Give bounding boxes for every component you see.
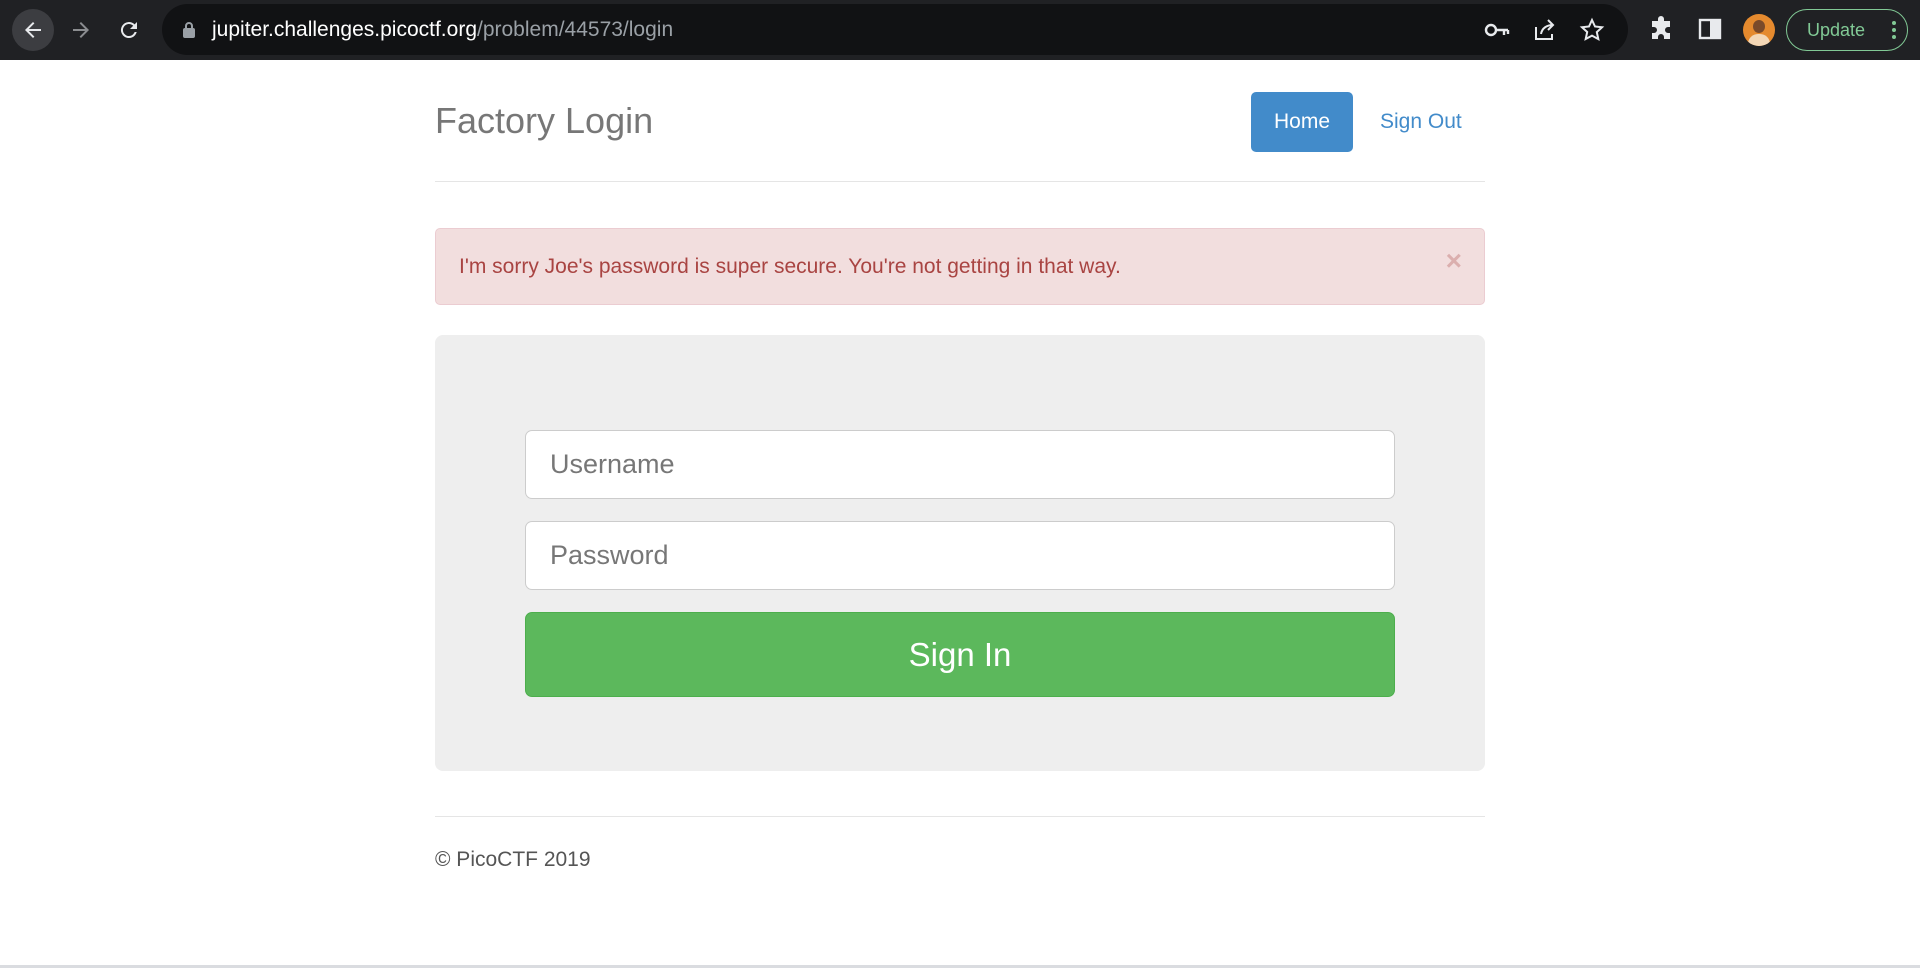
reload-icon <box>120 22 137 39</box>
avatar-body <box>1748 34 1770 46</box>
login-panel: Sign In <box>435 335 1485 771</box>
alert-message: I'm sorry Joe's password is super secure… <box>459 254 1121 278</box>
key-icon[interactable] <box>1484 17 1510 43</box>
password-input[interactable] <box>525 521 1395 590</box>
home-button[interactable]: Home <box>1251 92 1353 152</box>
forward-button[interactable] <box>60 9 102 51</box>
arrow-left-icon <box>25 22 41 38</box>
back-button[interactable] <box>12 9 54 51</box>
address-bar[interactable]: jupiter.challenges.picoctf.org/problem/4… <box>162 4 1628 55</box>
footer-copyright: © PicoCTF 2019 <box>435 848 591 871</box>
page-content: Factory Login Home Sign Out I'm sorry Jo… <box>0 60 1920 968</box>
reload-button[interactable] <box>108 9 150 51</box>
page-title: Factory Login <box>435 100 654 141</box>
url-host: jupiter.challenges.picoctf.org <box>212 18 477 41</box>
extensions-icon[interactable] <box>1647 15 1675 43</box>
arrow-right-icon <box>73 22 89 38</box>
share-icon[interactable] <box>1532 17 1558 43</box>
profile-avatar[interactable] <box>1743 14 1775 46</box>
side-panel-icon[interactable] <box>1696 15 1724 43</box>
browser-toolbar: jupiter.challenges.picoctf.org/problem/4… <box>0 0 1920 60</box>
close-icon[interactable]: × <box>1446 247 1462 275</box>
avatar-head <box>1753 20 1765 33</box>
sign-out-link[interactable]: Sign Out <box>1380 92 1462 152</box>
url-path: /problem/44573/login <box>477 18 674 41</box>
update-button[interactable]: Update <box>1786 9 1908 51</box>
update-label: Update <box>1807 19 1866 40</box>
username-input[interactable] <box>525 430 1395 499</box>
error-alert: I'm sorry Joe's password is super secure… <box>435 228 1485 305</box>
more-vertical-icon <box>1892 21 1896 39</box>
star-icon[interactable] <box>1579 17 1605 43</box>
header-divider <box>435 181 1485 182</box>
sign-in-button[interactable]: Sign In <box>525 612 1395 697</box>
footer-divider <box>435 816 1485 817</box>
url-text[interactable]: jupiter.challenges.picoctf.org/problem/4… <box>212 4 673 55</box>
lock-icon <box>183 22 195 38</box>
